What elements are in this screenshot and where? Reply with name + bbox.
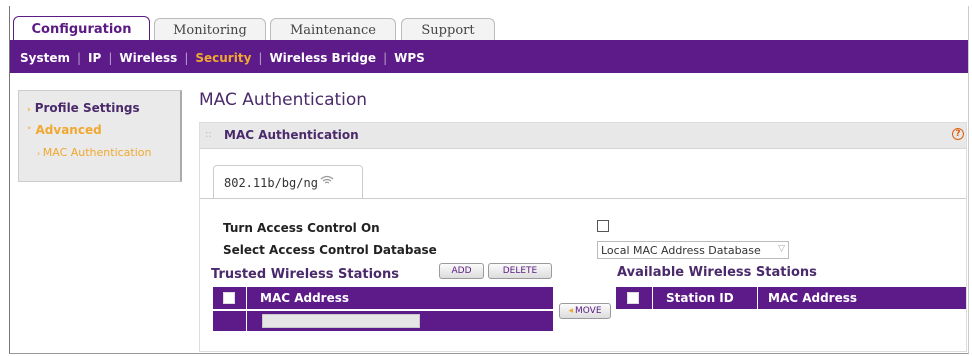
sidebar-item-label: Profile Settings bbox=[34, 101, 140, 115]
trusted-table-row bbox=[213, 311, 553, 331]
trusted-select-all-checkbox[interactable] bbox=[223, 292, 235, 304]
column-divider bbox=[757, 287, 758, 309]
add-button[interactable]: ADD bbox=[439, 263, 484, 279]
chevron-right-icon: › bbox=[27, 105, 31, 115]
chevron-down-icon: ˅ bbox=[27, 127, 32, 137]
subnav-security[interactable]: Security bbox=[188, 51, 258, 65]
grip-icon: :: bbox=[205, 129, 212, 140]
sidebar-item-label: MAC Authentication bbox=[42, 146, 152, 159]
tab-configuration[interactable]: Configuration bbox=[13, 16, 150, 42]
section-header: :: MAC Authentication ? bbox=[200, 123, 966, 149]
database-label: Select Access Control Database bbox=[223, 243, 437, 257]
available-col-mac: MAC Address bbox=[768, 291, 858, 305]
section-title: MAC Authentication bbox=[224, 128, 359, 142]
sidebar-item-label: Advanced bbox=[35, 123, 102, 137]
arrow-left-icon: ◂ bbox=[568, 306, 573, 316]
sidebar-item-mac-authentication[interactable]: › MAC Authentication bbox=[37, 145, 177, 161]
tab-support[interactable]: Support bbox=[401, 18, 495, 42]
tab-maintenance[interactable]: Maintenance bbox=[270, 18, 396, 42]
subnav-wireless-bridge[interactable]: Wireless Bridge bbox=[262, 51, 383, 65]
sidebar-item-profile-settings[interactable]: › Profile Settings bbox=[27, 101, 140, 115]
column-divider bbox=[246, 311, 247, 331]
available-stations-title: Available Wireless Stations bbox=[617, 265, 817, 280]
trusted-stations-title: Trusted Wireless Stations bbox=[211, 267, 399, 282]
available-table-header: Station ID MAC Address bbox=[616, 287, 966, 309]
subnav-wps[interactable]: WPS bbox=[387, 51, 432, 65]
help-icon[interactable]: ? bbox=[952, 128, 964, 140]
trusted-col-mac: MAC Address bbox=[260, 291, 350, 305]
main-tab-bar: Configuration Monitoring Maintenance Sup… bbox=[10, 14, 968, 42]
move-label: MOVE bbox=[574, 306, 602, 316]
sub-navigation: System | IP | Wireless | Security | Wire… bbox=[10, 43, 968, 73]
tab-radio-802-11[interactable]: 802.11b/bg/ng bbox=[213, 165, 363, 199]
available-select-all-checkbox[interactable] bbox=[627, 292, 639, 304]
column-divider bbox=[246, 287, 247, 309]
tab-divider bbox=[200, 198, 966, 199]
access-control-label: Turn Access Control On bbox=[223, 221, 380, 235]
sidebar: › Profile Settings ˅ Advanced › MAC Authen… bbox=[18, 90, 182, 182]
trusted-table-header: MAC Address bbox=[213, 287, 553, 309]
subnav-system[interactable]: System bbox=[13, 51, 77, 65]
page-title: MAC Authentication bbox=[199, 90, 368, 110]
sidebar-item-advanced[interactable]: ˅ Advanced bbox=[27, 123, 102, 137]
access-control-checkbox[interactable] bbox=[597, 220, 609, 232]
subnav-ip[interactable]: IP bbox=[81, 51, 108, 65]
tab-monitoring[interactable]: Monitoring bbox=[154, 18, 266, 42]
available-col-station-id: Station ID bbox=[666, 291, 734, 305]
delete-button[interactable]: DELETE bbox=[488, 263, 552, 279]
mac-auth-section: :: MAC Authentication ? 802.11b/bg/ng Tu… bbox=[199, 122, 967, 352]
database-select-value: Local MAC Address Database bbox=[601, 243, 761, 257]
column-divider bbox=[652, 287, 653, 309]
move-button[interactable]: ◂ MOVE bbox=[559, 303, 611, 319]
chevron-down-icon: ▽ bbox=[778, 244, 785, 254]
subnav-wireless[interactable]: Wireless bbox=[112, 51, 184, 65]
database-select[interactable]: Local MAC Address Database ▽ bbox=[597, 241, 789, 259]
radio-tab-label: 802.11b/bg/ng bbox=[224, 175, 318, 190]
trusted-mac-input[interactable] bbox=[262, 314, 420, 328]
wifi-icon bbox=[320, 175, 334, 183]
